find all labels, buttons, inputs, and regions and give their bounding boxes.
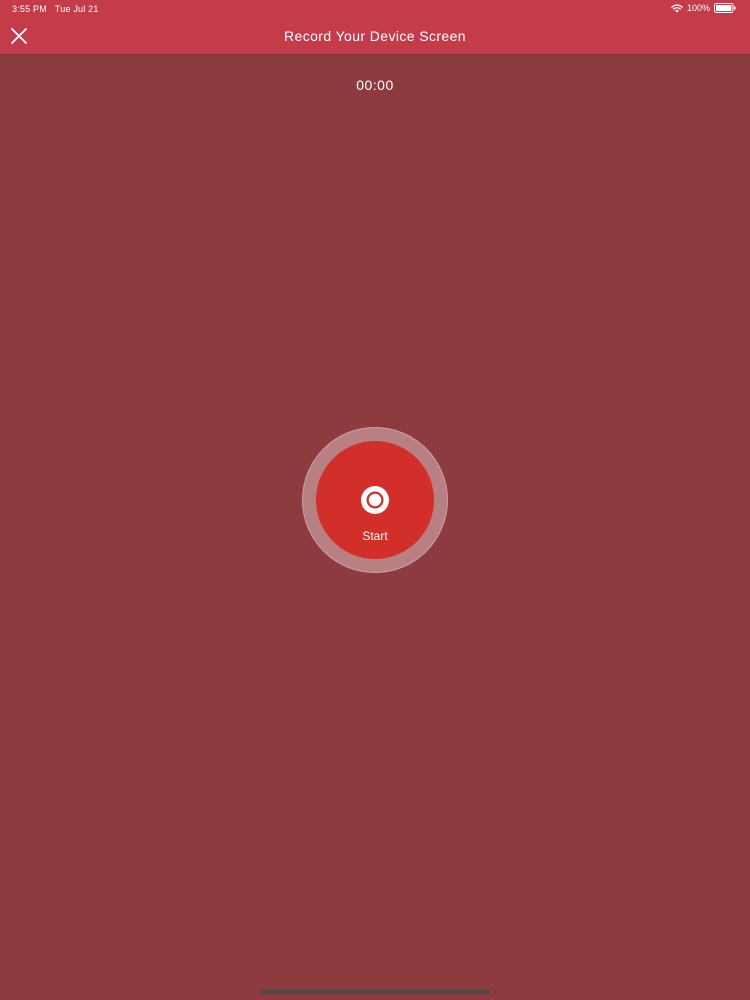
status-bar-time: 3:55 PM Tue Jul 21: [12, 4, 99, 14]
status-date: Tue Jul 21: [54, 4, 99, 14]
battery-icon: [714, 3, 736, 13]
start-record-button[interactable]: Start: [316, 441, 434, 559]
page-title: Record Your Device Screen: [284, 28, 466, 44]
wifi-icon: [671, 3, 683, 13]
status-time: 3:55 PM: [12, 4, 47, 14]
record-button-ring: Start: [302, 427, 448, 573]
recording-timer: 00:00: [356, 77, 394, 93]
top-bar: 3:55 PM Tue Jul 21 100% Record Your Devi…: [0, 0, 750, 54]
home-indicator: [260, 990, 490, 994]
record-icon: [361, 486, 389, 514]
start-label: Start: [362, 529, 388, 543]
battery-percent: 100%: [686, 3, 710, 13]
status-bar-indicators: 100%: [671, 3, 736, 13]
screen-recorder-screen: 3:55 PM Tue Jul 21 100% Record Your Devi…: [0, 0, 750, 1000]
